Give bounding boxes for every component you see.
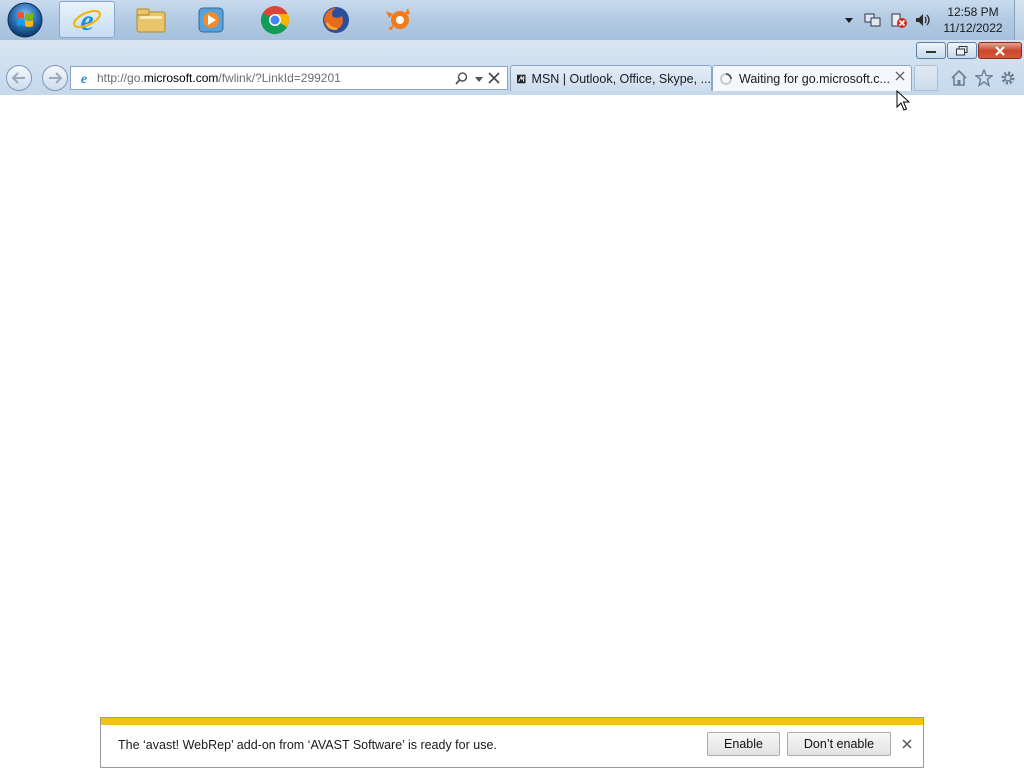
forward-arrow-icon <box>49 72 63 84</box>
clock-time: 12:58 PM <box>947 5 999 19</box>
show-desktop-button[interactable] <box>1014 0 1024 40</box>
address-bar[interactable]: e http://go.microsoft.com/fwlink/?LinkId… <box>70 66 508 90</box>
home-icon[interactable] <box>950 69 968 87</box>
taskbar-firefox-button[interactable] <box>308 1 364 38</box>
new-tab-button[interactable] <box>914 65 938 91</box>
show-hidden-icons-icon[interactable] <box>844 14 854 28</box>
folder-icon <box>136 8 166 32</box>
mouse-cursor-icon <box>896 90 910 111</box>
close-tab-icon[interactable] <box>895 71 905 81</box>
close-icon <box>995 45 1005 56</box>
minimize-icon <box>926 50 936 53</box>
notification-stripe <box>101 718 923 725</box>
network-icon[interactable] <box>864 11 882 29</box>
restore-icon <box>956 45 968 55</box>
favorites-star-icon[interactable] <box>975 69 993 87</box>
tab-label: MSN | Outlook, Office, Skype, ... <box>531 71 711 86</box>
taskbar-avast-button[interactable] <box>370 1 426 38</box>
back-arrow-icon <box>11 72 25 84</box>
enable-addon-button[interactable]: Enable <box>707 732 780 756</box>
close-window-button[interactable] <box>978 42 1022 59</box>
chevron-down-icon[interactable] <box>475 77 483 82</box>
gear-icon[interactable] <box>999 69 1017 87</box>
browser-frame: e http://go.microsoft.com/fwlink/?LinkId… <box>0 40 1024 95</box>
url-prefix: http://go. <box>97 71 144 85</box>
avast-icon <box>386 7 410 30</box>
address-url[interactable]: http://go.microsoft.com/fwlink/?LinkId=2… <box>97 71 341 85</box>
window-controls <box>915 42 1022 59</box>
notification-bar: The ‘avast! WebRep’ add-on from ‘AVAST S… <box>100 717 924 768</box>
notification-message: The ‘avast! WebRep’ add-on from ‘AVAST S… <box>118 738 497 752</box>
start-button[interactable] <box>6 2 44 38</box>
clock-date: 11/12/2022 <box>943 21 1003 35</box>
taskbar-chrome-button[interactable] <box>247 1 303 38</box>
ie-page-icon: e <box>81 72 87 85</box>
url-suffix: /fwlink/?LinkId=299201 <box>218 71 341 85</box>
taskbar-ie-button[interactable]: e <box>59 1 115 38</box>
restore-button[interactable] <box>947 42 977 59</box>
svg-text:e: e <box>80 4 93 36</box>
forward-button[interactable] <box>42 65 68 91</box>
page-content <box>0 95 1024 717</box>
chrome-icon <box>260 5 290 34</box>
dont-enable-addon-button[interactable]: Don’t enable <box>787 732 891 756</box>
firefox-icon <box>323 6 349 33</box>
volume-icon[interactable] <box>914 11 932 29</box>
tab-msn[interactable]: MSN | Outlook, Office, Skype, ... <box>510 65 712 91</box>
action-center-warning-icon[interactable] <box>890 11 908 29</box>
taskbar-explorer-button[interactable] <box>123 1 179 38</box>
tab-label: Waiting for go.microsoft.c... <box>739 71 890 86</box>
tab-waiting[interactable]: Waiting for go.microsoft.c... <box>712 65 912 91</box>
taskbar-media-player-button[interactable] <box>183 1 239 38</box>
url-domain: microsoft.com <box>143 71 219 85</box>
media-player-icon <box>198 7 224 32</box>
back-button[interactable] <box>6 65 32 91</box>
minimize-button[interactable] <box>916 42 946 59</box>
svg-text:e: e <box>81 72 87 85</box>
search-icon[interactable] <box>455 72 468 85</box>
msn-icon <box>517 74 526 83</box>
close-notification-icon[interactable] <box>902 739 912 749</box>
ie-icon: e <box>73 4 101 36</box>
stop-loading-icon[interactable] <box>487 71 501 85</box>
loading-icon <box>720 72 732 85</box>
taskbar: e 12:58 PM 11/12/2022 <box>0 0 1024 41</box>
windows-logo-icon <box>7 2 43 38</box>
system-clock[interactable]: 12:58 PM 11/12/2022 <box>938 4 1008 36</box>
